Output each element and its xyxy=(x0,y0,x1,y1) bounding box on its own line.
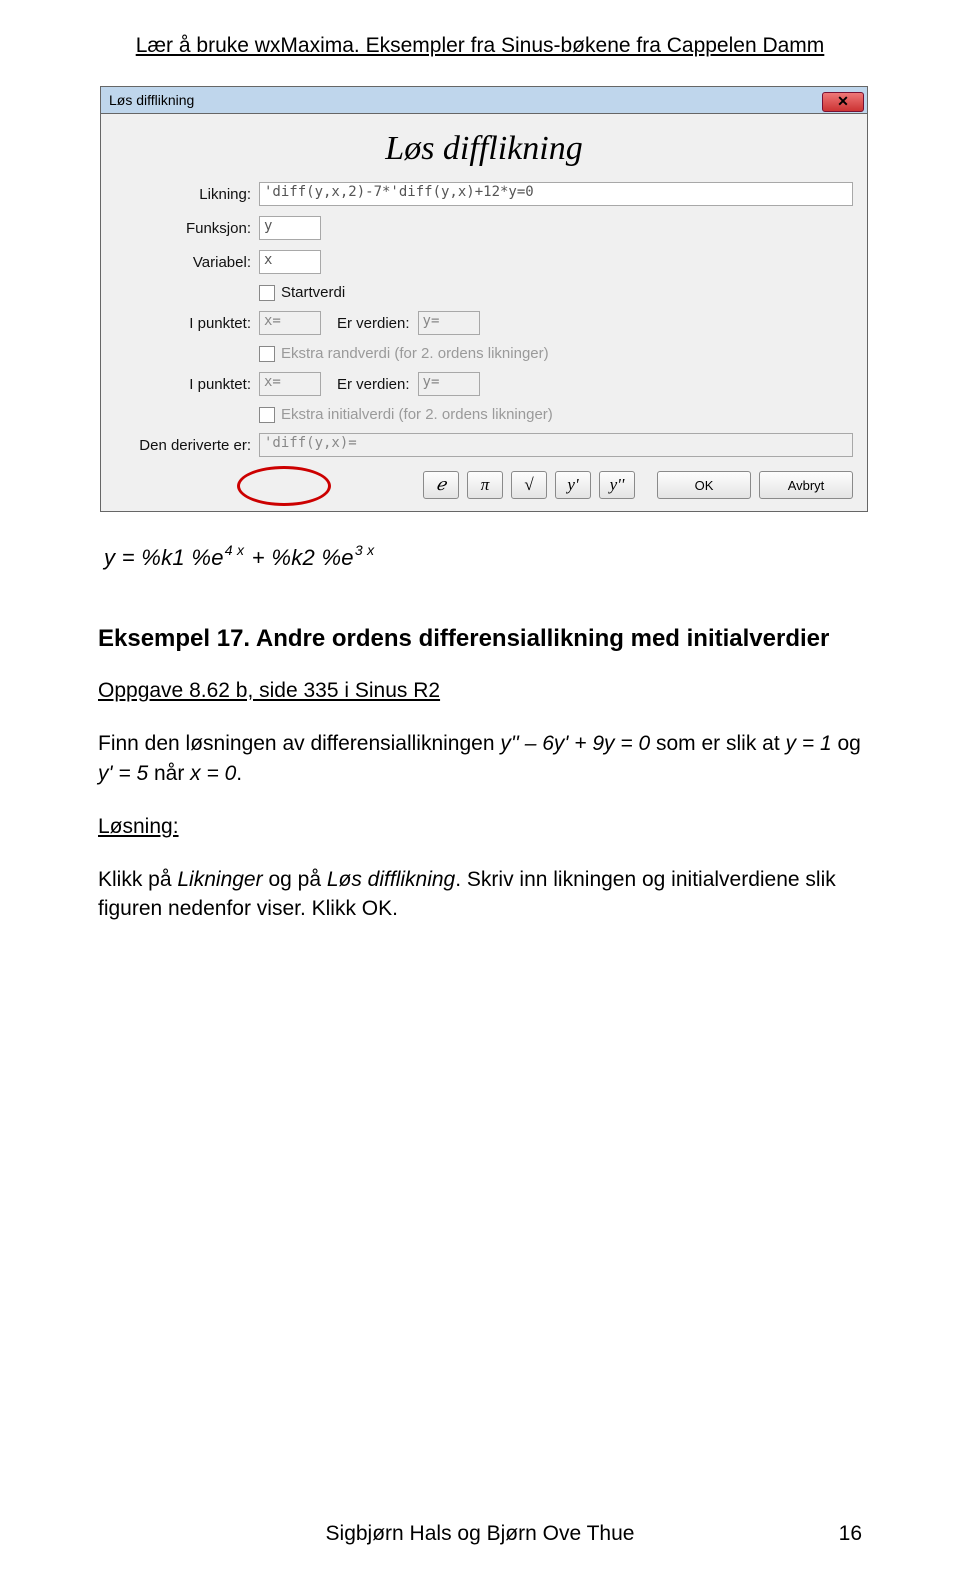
button-yprime[interactable]: y' xyxy=(555,471,591,499)
checkbox-initialverdi-row[interactable]: Ekstra initialverdi (for 2. ordens likni… xyxy=(259,406,853,423)
label-ipunktet-2: I punktet: xyxy=(115,376,259,393)
checkbox-startverdi-row[interactable]: Startverdi xyxy=(259,284,853,301)
dialog-titlebar[interactable]: Løs difflikning ✕ xyxy=(101,87,867,114)
label-deriverte: Den deriverte er: xyxy=(115,437,259,454)
checkbox-randverdi-row[interactable]: Ekstra randverdi (for 2. ordens likninge… xyxy=(259,345,853,362)
button-ydoubleprime[interactable]: y'' xyxy=(599,471,635,499)
input-variabel[interactable]: x xyxy=(259,250,321,274)
task-text: Finn den løsningen av differensialliknin… xyxy=(98,729,862,789)
checkbox-initialverdi-label: Ekstra initialverdi (for 2. ordens likni… xyxy=(281,406,553,423)
label-ipunktet-1: I punktet: xyxy=(115,315,259,332)
page-header: Lær å bruke wxMaxima. Eksempler fra Sinu… xyxy=(98,34,862,58)
label-funksjon: Funksjon: xyxy=(115,220,259,237)
annotation-circle xyxy=(237,466,331,506)
example-title: Eksempel 17. Andre ordens differensialli… xyxy=(98,625,862,653)
checkbox-icon xyxy=(259,285,275,301)
input-ip1-x: x= xyxy=(259,311,321,335)
button-e[interactable]: ℯ xyxy=(423,471,459,499)
checkbox-startverdi-label: Startverdi xyxy=(281,284,345,301)
input-ip1-y: y= xyxy=(418,311,480,335)
dialog-title: Løs difflikning xyxy=(109,92,194,108)
dialog-body: Løs difflikning Likning: 'diff(y,x,2)-7*… xyxy=(101,114,867,511)
label-erverdien-1: Er verdien: xyxy=(335,315,418,332)
input-funksjon[interactable]: y xyxy=(259,216,321,240)
input-deriverte: 'diff(y,x)= xyxy=(259,433,853,457)
result-equation: y = %k1 %e4 x + %k2 %e3 x xyxy=(104,542,862,571)
dialog-heading: Løs difflikning xyxy=(115,130,853,168)
label-likning: Likning: xyxy=(115,186,259,203)
checkbox-icon xyxy=(259,407,275,423)
dialog-window: Løs difflikning ✕ Løs difflikning Liknin… xyxy=(100,86,868,512)
input-likning[interactable]: 'diff(y,x,2)-7*'diff(y,x)+12*y=0 xyxy=(259,182,853,206)
input-ip2-x: x= xyxy=(259,372,321,396)
cancel-button[interactable]: Avbryt xyxy=(759,471,853,499)
ok-button[interactable]: OK xyxy=(657,471,751,499)
input-ip2-y: y= xyxy=(418,372,480,396)
label-variabel: Variabel: xyxy=(115,254,259,271)
checkbox-icon xyxy=(259,346,275,362)
solution-label: Løsning: xyxy=(98,815,862,839)
close-icon: ✕ xyxy=(837,93,849,110)
close-button[interactable]: ✕ xyxy=(822,92,864,112)
button-pi[interactable]: π xyxy=(467,471,503,499)
label-erverdien-2: Er verdien: xyxy=(335,376,418,393)
page-footer: Sigbjørn Hals og Bjørn Ove Thue xyxy=(0,1522,960,1546)
solution-text: Klikk på Likninger og på Løs difflikning… xyxy=(98,865,862,925)
page-number: 16 xyxy=(839,1522,862,1546)
checkbox-randverdi-label: Ekstra randverdi (for 2. ordens likninge… xyxy=(281,345,549,362)
button-sqrt[interactable]: √ xyxy=(511,471,547,499)
task-reference: Oppgave 8.62 b, side 335 i Sinus R2 xyxy=(98,679,862,703)
